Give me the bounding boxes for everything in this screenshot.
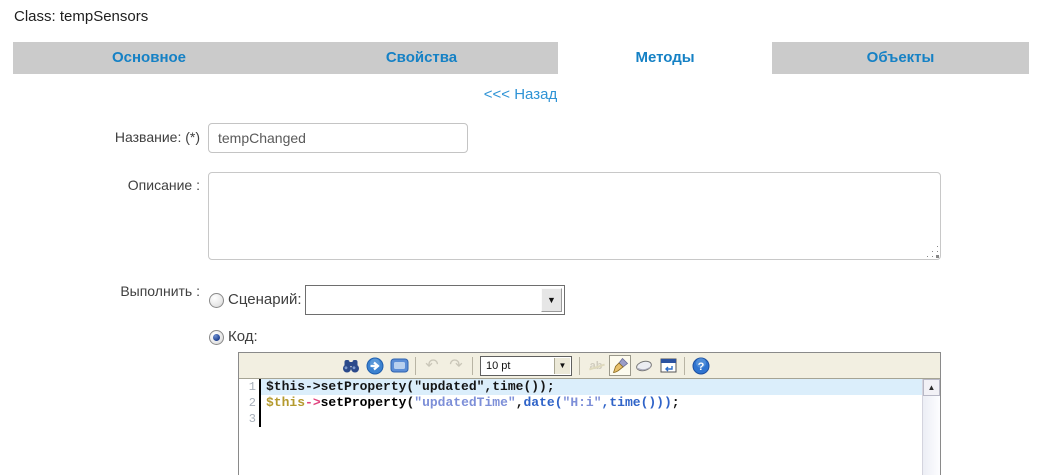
tab-svoystva[interactable]: Свойства — [285, 42, 558, 74]
name-input[interactable] — [208, 123, 468, 153]
line-number: 1 — [239, 379, 261, 395]
word-wrap-icon[interactable] — [657, 355, 679, 376]
line-number: 3 — [239, 411, 261, 427]
tab-bar: Основное Свойства Методы Объекты — [13, 42, 1029, 74]
line-number: 2 — [239, 395, 261, 411]
help-icon[interactable]: ? — [690, 355, 712, 376]
back-link[interactable]: <<< Назад — [0, 86, 1041, 103]
code-text-area[interactable]: 1 $this->setProperty("updated",time()); 2 $… — [239, 379, 940, 475]
reset-highlight-eraser-icon[interactable] — [633, 355, 655, 376]
undo-icon[interactable]: ↶ — [421, 355, 443, 376]
execute-label: Выполнить : — [120, 283, 200, 299]
scenario-radio[interactable] — [209, 293, 224, 308]
font-size-select[interactable]: 10 pt ▼ — [480, 355, 572, 376]
code-lines: 1 $this->setProperty("updated",time()); 2 $… — [239, 379, 923, 427]
toolbar-separator — [579, 356, 580, 375]
code-editor: ↶ ↷ 10 pt ▼ ab ? 1 $this->setProperty("u… — [238, 352, 941, 475]
smooth-selection-icon[interactable]: ab — [585, 355, 607, 376]
fullscreen-icon[interactable] — [388, 355, 410, 376]
code-radio[interactable] — [209, 330, 224, 345]
toolbar-separator — [472, 356, 473, 375]
code-line: 1 $this->setProperty("updated",time()); — [239, 379, 923, 395]
svg-text:?: ? — [698, 361, 705, 373]
editor-toolbar: ↶ ↷ 10 pt ▼ ab ? — [239, 353, 940, 379]
code-line-text: $this->setProperty("updatedTime",date("H… — [266, 395, 680, 410]
scroll-up-icon[interactable]: ▲ — [923, 379, 940, 396]
highlight-brush-icon[interactable] — [609, 355, 631, 376]
code-line-text: $this->setProperty("updated",time()); — [261, 379, 923, 395]
code-line: 3 — [239, 411, 923, 427]
toolbar-separator — [684, 356, 685, 375]
search-icon[interactable] — [340, 355, 362, 376]
description-textarea-wrap — [208, 172, 941, 260]
chevron-down-icon[interactable]: ▼ — [541, 288, 562, 312]
go-to-line-icon[interactable] — [364, 355, 386, 376]
scenario-select[interactable]: ▼ — [305, 285, 565, 315]
scenario-label: Сценарий: — [228, 291, 302, 308]
font-size-value: 10 pt — [486, 359, 511, 372]
scrollbar-track[interactable] — [923, 396, 940, 475]
tab-osnovnoe[interactable]: Основное — [13, 42, 285, 74]
description-textarea[interactable] — [208, 172, 941, 260]
tab-metody[interactable]: Методы — [558, 42, 772, 74]
description-label: Описание : — [127, 177, 200, 193]
tab-obekty[interactable]: Объекты — [772, 42, 1029, 74]
code-label: Код: — [228, 328, 258, 345]
vertical-scrollbar[interactable]: ▲ — [922, 379, 940, 475]
page-title: Class: tempSensors — [14, 8, 149, 25]
chevron-down-icon[interactable]: ▼ — [554, 357, 570, 374]
code-line: 2 $this->setProperty("updatedTime",date("… — [239, 395, 923, 411]
resize-grip-icon[interactable] — [937, 256, 938, 257]
redo-icon[interactable]: ↷ — [445, 355, 467, 376]
toolbar-separator — [415, 356, 416, 375]
name-label: Название: (*) — [114, 129, 200, 145]
class-editor-page: Class: tempSensors Основное Свойства Мет… — [0, 0, 1041, 475]
